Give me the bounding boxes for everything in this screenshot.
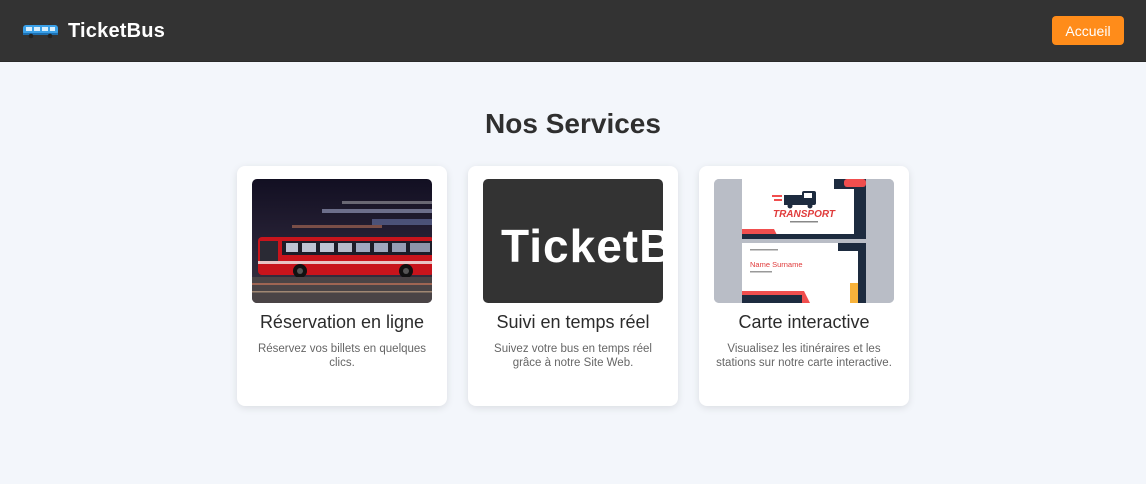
brand-name: TicketBus: [68, 19, 166, 42]
service-card-reservation[interactable]: Réservation en ligne Réservez vos billet…: [237, 166, 447, 406]
night-bus-image: [252, 179, 432, 303]
service-title: Suivi en temps réel: [496, 312, 650, 332]
brand-logo[interactable]: TicketBus: [22, 17, 165, 45]
service-description: Suivez votre bus en temps réel grâce à n…: [494, 343, 652, 369]
service-description: Réservez vos billets en quelques clics.: [257, 343, 427, 369]
bus-icon: [23, 25, 58, 39]
service-title: Carte interactive: [738, 312, 870, 332]
transport-cards-image: TRANSPORT Name Surname: [714, 179, 894, 303]
service-card-map[interactable]: TRANSPORT Name Surname Carte interactive…: [699, 166, 909, 406]
ticketbus-banner-image: TicketB: [483, 179, 663, 303]
top-navbar: TicketBus Accueil: [0, 0, 1146, 62]
transport-logo-text: TRANSPORT: [773, 209, 836, 220]
home-button[interactable]: Accueil: [1052, 16, 1124, 45]
banner-logo-text: TicketB: [501, 220, 663, 272]
card-name-text: Name Surname: [750, 260, 803, 269]
service-description: Visualisez les itinéraires et les statio…: [716, 343, 892, 369]
service-card-tracking[interactable]: TicketB Suivi en temps réel Suivez votre…: [468, 166, 678, 406]
service-title: Réservation en ligne: [259, 312, 425, 332]
services-title: Nos Services: [485, 108, 661, 139]
